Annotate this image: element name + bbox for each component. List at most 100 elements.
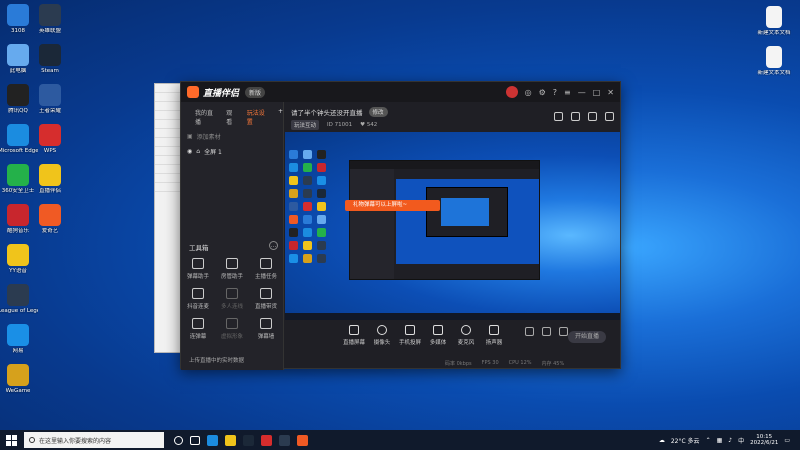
source-control[interactable]: 手机投屏 (399, 325, 421, 346)
desktop-icon[interactable]: WPS (30, 124, 70, 154)
user-avatar[interactable] (505, 86, 518, 98)
tool-item[interactable]: 虚拟形象 (215, 318, 249, 340)
gift-icon[interactable]: ◎ (525, 88, 532, 97)
edge-taskbar-icon[interactable] (207, 434, 218, 446)
tool-item[interactable]: 房管助手 (215, 258, 249, 280)
preview-icon (317, 163, 326, 172)
tool-icon (226, 258, 238, 269)
desktop-icon[interactable]: YY语音 (0, 244, 38, 274)
steam-taskbar-icon[interactable] (243, 434, 254, 446)
app-icon (39, 164, 61, 186)
live-companion-taskbar-icon[interactable] (297, 434, 308, 446)
screen-icon[interactable] (571, 112, 580, 121)
tool-item[interactable]: 连弹幕 (181, 318, 215, 340)
close-icon[interactable]: ✕ (607, 88, 614, 97)
source-control-icon (461, 325, 471, 335)
tab-watch[interactable]: 观看 (226, 108, 237, 126)
bell-icon[interactable] (588, 112, 597, 121)
clock[interactable]: 10:15 2022/6/21 (750, 434, 778, 447)
notification-icon[interactable]: ▭ (784, 437, 790, 444)
tab-my-live[interactable]: 我的直播 (195, 108, 216, 126)
app-name: 直播伴侣 (203, 88, 240, 99)
source-control[interactable]: 麦克风 (455, 325, 477, 346)
source-control[interactable]: 直播屏幕 (343, 325, 365, 346)
lock-icon[interactable]: ⌂ (196, 148, 200, 155)
desktop-icon-new-text-2[interactable]: 新建文本文档 (754, 46, 794, 76)
edit-title-button[interactable]: 修改 (368, 107, 388, 117)
share-icon[interactable] (605, 112, 614, 121)
start-live-button[interactable]: 开始直播 (568, 331, 606, 343)
desktop-icon-label: 英雄联盟 (38, 28, 61, 34)
left-panel: 我的直播 观看 玩法设置 + ▣ 添加素材 ◉ ⌂ 全屏 1 工具箱 … 弹幕助… (181, 102, 284, 370)
scene-icon: ▣ (187, 133, 193, 140)
task-view-icon[interactable] (190, 435, 200, 445)
explorer-taskbar-icon[interactable] (225, 434, 236, 446)
desktop-icon-new-text-1[interactable]: 新建文本文档 (754, 6, 794, 36)
app-taskbar-icon[interactable] (261, 434, 272, 446)
desktop-icon-label: WPS (43, 148, 57, 154)
desktop-icon[interactable]: 直播伴侣 (30, 164, 70, 194)
network-icon[interactable]: ▦ (717, 437, 723, 444)
tool-icon (260, 318, 272, 329)
title-bar[interactable]: 直播伴侣 新版 ◎ ⚙ ? ≡ — □ ✕ (181, 82, 620, 102)
preview-icon (317, 202, 326, 211)
scene-item[interactable]: ◉ ⌂ 全屏 1 (187, 147, 283, 156)
source-control[interactable]: 多媒体 (427, 325, 449, 346)
desktop-icon[interactable]: WeGame (0, 364, 38, 394)
category-tag[interactable]: 玩法互动 (291, 120, 320, 130)
settings-icon[interactable]: ⚙ (539, 88, 546, 97)
desktop-icon[interactable]: 网易 (0, 324, 38, 354)
lol-taskbar-icon[interactable] (279, 434, 290, 446)
tool-item[interactable]: 弹幕墙 (249, 318, 283, 340)
source-control[interactable]: 扬声器 (483, 325, 505, 346)
preview-icon (289, 176, 298, 185)
taskbar-search[interactable]: 在这里输入你要搜索的内容 (24, 432, 164, 448)
tab-gameplay[interactable]: 玩法设置 (247, 108, 268, 126)
version-badge[interactable]: 新版 (245, 86, 266, 98)
preview-icon (303, 215, 312, 224)
tool-icon (192, 258, 204, 269)
settings-icon[interactable] (559, 327, 568, 336)
status-item: 内存 45% (541, 360, 565, 367)
desktop-icon[interactable]: League of Legends (0, 284, 38, 314)
app-icon (7, 164, 29, 186)
tool-item[interactable]: 弹幕助手 (181, 258, 215, 280)
desktop-icon-label: 网易 (12, 348, 24, 354)
volume-icon[interactable]: ♪ (728, 437, 732, 444)
app-logo-icon (187, 86, 199, 98)
preview-icon (289, 215, 298, 224)
source-control-icon (489, 325, 499, 335)
stream-preview[interactable]: 礼物弹幕可以上屏啦~ (285, 132, 620, 320)
gift-banner[interactable]: 礼物弹幕可以上屏啦~ (345, 200, 440, 211)
realtime-data-link[interactable]: 上传直播中的实时数据 (189, 356, 244, 364)
desktop-icon[interactable]: Steam (30, 44, 70, 74)
cortana-icon[interactable] (174, 435, 183, 445)
maximize-icon[interactable]: □ (593, 88, 601, 97)
record-icon[interactable] (525, 327, 534, 336)
tray-up-icon[interactable]: ⌃ (706, 437, 711, 444)
weather-text[interactable]: 22°C 多云 (671, 436, 700, 445)
live-companion-window[interactable]: 直播伴侣 新版 ◎ ⚙ ? ≡ — □ ✕ 我的直播 观看 玩法设置 + ▣ 添… (180, 81, 621, 370)
gift-box-icon[interactable] (554, 112, 563, 121)
history-icon[interactable] (542, 327, 551, 336)
desktop-icon[interactable]: 英雄联盟 (30, 4, 70, 34)
add-tab-icon[interactable]: + (278, 108, 283, 126)
windows-start-icon[interactable] (0, 430, 22, 450)
add-source[interactable]: ▣ 添加素材 (187, 132, 283, 141)
minimize-icon[interactable]: — (578, 88, 586, 97)
desktop-icon[interactable]: 王者荣耀 (30, 84, 70, 114)
app-icon (7, 204, 29, 226)
toolbox-more-icon[interactable]: … (269, 241, 278, 250)
weather-icon[interactable]: ☁ (659, 437, 665, 444)
ime-lang[interactable]: 中 (738, 436, 744, 445)
tool-item[interactable]: 主播任务 (249, 258, 283, 280)
tool-icon (260, 258, 272, 269)
menu-icon[interactable]: ≡ (564, 88, 571, 97)
tool-item[interactable]: 多人连线 (215, 288, 249, 310)
tool-item[interactable]: 直播带货 (249, 288, 283, 310)
tool-item[interactable]: 抖音连麦 (181, 288, 215, 310)
eye-icon[interactable]: ◉ (187, 148, 192, 155)
desktop-icon[interactable]: 爱奇艺 (30, 204, 70, 234)
help-icon[interactable]: ? (553, 88, 557, 97)
source-control[interactable]: 摄像头 (371, 325, 393, 346)
